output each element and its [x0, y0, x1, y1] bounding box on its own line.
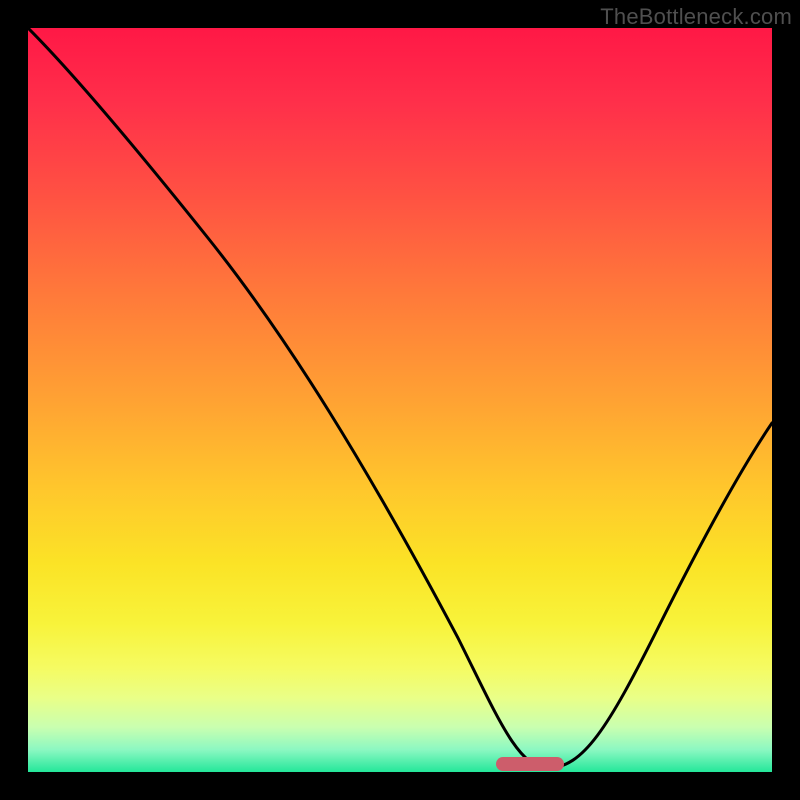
watermark-text: TheBottleneck.com [600, 4, 792, 30]
curve-path [28, 28, 772, 768]
chart-frame: TheBottleneck.com [0, 0, 800, 800]
plot-area [28, 28, 772, 772]
optimal-marker [496, 757, 564, 771]
bottleneck-curve [28, 28, 772, 772]
